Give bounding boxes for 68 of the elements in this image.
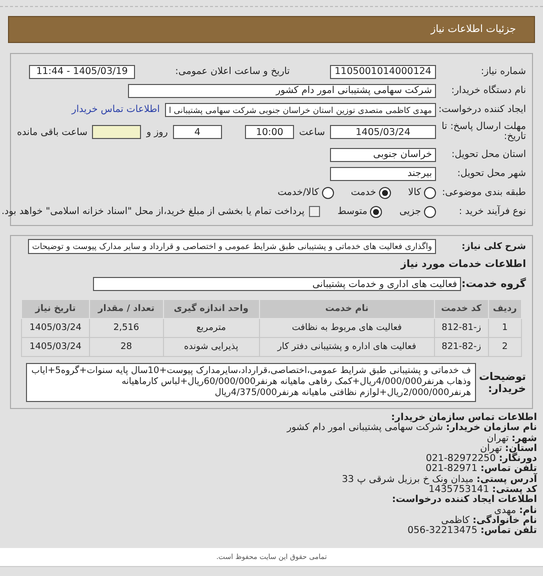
table-cell: 28 xyxy=(89,338,164,356)
table-cell: 2,516 xyxy=(89,318,164,338)
table-cell: 1405/03/24 xyxy=(22,338,90,356)
text-field[interactable]: شرکت سهامی پشتیبانی امور دام کشور xyxy=(128,84,436,98)
table-cell: پذیرایی شونده xyxy=(163,338,260,356)
section-title: اطلاعات خدمات مورد نیاز xyxy=(399,258,526,272)
column-header: تاریخ نیاز xyxy=(22,300,90,318)
column-header: ردیف xyxy=(488,300,522,318)
radio-option[interactable]: خدمت xyxy=(350,186,392,198)
text-field[interactable]: فعالیت های اداری و خدمات پشتیبانی xyxy=(93,277,461,291)
radio-option[interactable]: کالا/خدمت xyxy=(278,186,334,198)
radio-option[interactable]: کالا xyxy=(408,186,436,198)
radio-option[interactable]: جزیی xyxy=(399,206,436,218)
text-field[interactable]: 1405/03/19 - 11:44 xyxy=(29,64,135,78)
text-field[interactable]: خراسان جنوبی xyxy=(330,148,436,162)
contact-line: نام سازمان خریدار: شرکت سهامی پشتیبانی امور دام کشور xyxy=(286,423,537,434)
field-label: شهر محل تحویل: xyxy=(456,168,526,179)
contact-line: آدرس پستی: میدان ونک خ برزیل شرقی پ 33 xyxy=(340,474,537,485)
field-label: نوع فرآیند خرید : xyxy=(458,206,526,217)
table-cell: فعالیت های اداره و پشتیبانی دفتر کار xyxy=(259,338,434,356)
days-label: روز و xyxy=(146,126,168,138)
contact-heading: اطلاعات ایجاد کننده درخواست: xyxy=(390,495,537,506)
checkbox[interactable] xyxy=(309,206,320,217)
column-header: نام خدمت xyxy=(259,300,434,318)
remaining-label: ساعت باقی مانده xyxy=(17,126,88,138)
field-label: شماره نیاز: xyxy=(480,66,526,77)
field-label: استان محل تحویل: xyxy=(450,149,526,160)
text-field[interactable]: واگذاری فعالیت های خدماتی و پشتیبانی طبق شرایط عمومی و اختصاصی و قرارداد و سایر مدارک پیوست و توضیحات xyxy=(28,239,436,254)
days-field[interactable]: 4 xyxy=(172,125,222,139)
radio-button[interactable] xyxy=(379,186,392,198)
radio-option[interactable]: متوسط xyxy=(337,206,382,218)
field-label: تاریخ و ساعت اعلان عمومی: xyxy=(174,66,291,77)
time-label: ساعت xyxy=(299,126,325,138)
buyer-contact-link[interactable]: اطلاعات تماس خریدار xyxy=(72,104,160,115)
table-cell: 1 xyxy=(488,318,522,338)
radio-button[interactable] xyxy=(424,206,436,218)
table-cell: ز-81-812 xyxy=(434,318,488,338)
column-header: کد خدمت xyxy=(434,300,488,318)
table-cell: 1405/03/24 xyxy=(22,318,90,338)
time-field[interactable]: 10:00 xyxy=(245,125,294,139)
column-header: تعداد / مقدار xyxy=(89,300,164,318)
column-header: واحد اندازه گیری xyxy=(163,300,260,318)
field-label: طبقه بندی موضوعی: xyxy=(441,187,526,198)
contact-line: نام: مهدی xyxy=(494,506,537,516)
text-field[interactable]: 1105001014000124 xyxy=(330,64,436,78)
table-cell: فعالیت های مربوط به نظافت xyxy=(259,318,434,338)
field-label: شرح کلی نیاز: xyxy=(460,242,526,252)
contact-line: استان: تهران xyxy=(479,444,537,454)
page-header: جزئیات اطلاعات نیاز xyxy=(8,16,535,43)
notes-text: ف خدماتی و پشتیبانی طبق شرایط عمومی،اختصاصی،قرارداد،سایرمدارک پیوست+10سال پایه سنوات+گروه5+ایاب وذهاب هرنفر4/000/000ریال+کمک رفاهی ماهیانه هرنفر60/000/000ریال+لباس کارماهیانه هرنفر2/000/000ریال+لوازم نظافتی ماهیانه هرنفر4/375/000ریال xyxy=(26,363,476,402)
date-field[interactable]: 1405/03/24 xyxy=(330,125,436,139)
table-cell: 2 xyxy=(488,338,522,356)
text-field[interactable]: بیرجند xyxy=(330,166,436,180)
remaining-field[interactable] xyxy=(92,125,142,139)
field-label: ایجاد کننده درخواست: xyxy=(441,104,526,115)
contact-heading: اطلاعات تماس سازمان خریدار: xyxy=(391,413,537,423)
radio-button[interactable] xyxy=(370,206,382,218)
contact-line: شهر: تهران xyxy=(486,434,537,444)
text-field[interactable]: مهدی کاظمی متصدی توزین استان خراسان جنوبی شرکت سهامی پشتیبانی ا xyxy=(164,102,436,116)
field-label: توضیحات خریدار: xyxy=(481,370,526,394)
radio-button[interactable] xyxy=(424,186,436,198)
treasury-note: پرداخت تمام یا بخشی از مبلغ خرید،از محل "اسناد خزانه اسلامی" خواهد بود. xyxy=(2,206,304,217)
field-label: مهلت ارسال پاسخ: تا تاریخ: xyxy=(441,122,526,142)
table-cell: ز-82-821 xyxy=(434,338,488,356)
table-cell: مترمربع xyxy=(163,318,260,338)
contact-line: نام خانوادگی: کاظمی xyxy=(440,516,537,526)
field-label: نام دستگاه خریدار: xyxy=(450,85,526,96)
radio-button[interactable] xyxy=(322,186,334,198)
